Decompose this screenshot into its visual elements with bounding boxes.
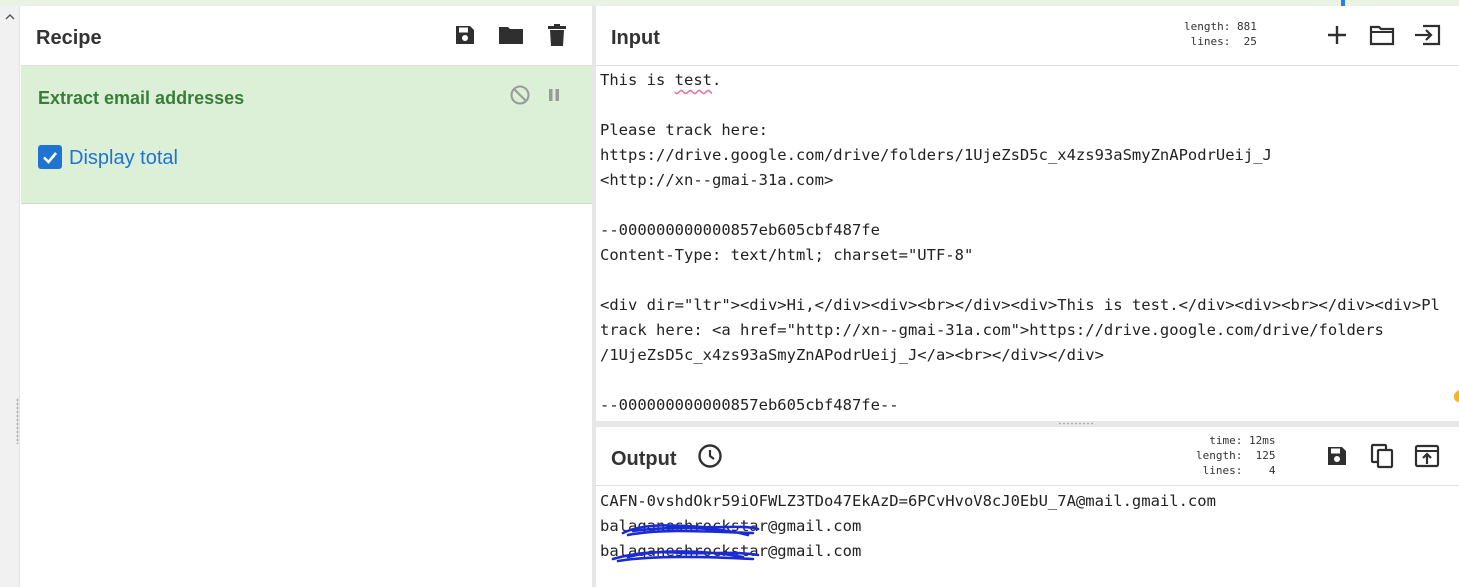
replace-input-icon[interactable]	[1412, 441, 1442, 471]
redaction-scribble	[611, 524, 760, 563]
trash-icon[interactable]	[542, 20, 572, 50]
resize-grip-horizontal[interactable]	[1058, 422, 1094, 425]
input-textarea[interactable]: This is test. Please track here: https:/…	[600, 68, 1459, 420]
input-text-start: This is	[600, 71, 675, 89]
left-scrollbar[interactable]	[0, 6, 20, 587]
recipe-title: Recipe	[36, 27, 102, 49]
output-title: Output	[611, 448, 677, 470]
recipe-header: Recipe	[21, 6, 592, 66]
output-line: CAFN-0vshdOkr59iOFWLZ3TDo47EkAzD=6PCvHvo…	[600, 492, 1216, 510]
import-icon[interactable]	[1412, 20, 1442, 50]
save-icon[interactable]	[450, 20, 480, 50]
disable-icon[interactable]	[507, 82, 533, 108]
save-output-icon[interactable]	[1322, 441, 1352, 471]
input-text-rest: . Please track here: https://drive.googl…	[600, 71, 1440, 414]
resize-grip-left[interactable]	[16, 398, 19, 444]
operation-title: Extract email addresses	[38, 88, 245, 108]
input-title: Input	[611, 27, 660, 49]
operation-extract-email[interactable]: Extract email addresses Display total	[21, 66, 592, 204]
emoji-edge-icon	[1452, 388, 1459, 404]
folder-icon[interactable]	[496, 20, 526, 50]
pause-icon[interactable]	[541, 82, 567, 108]
display-total-checkbox[interactable]	[38, 145, 62, 169]
display-total-label[interactable]: Display total	[69, 147, 178, 170]
open-folder-icon[interactable]	[1367, 20, 1397, 50]
recipe-panel: Recipe Extract email addresses Display t…	[21, 6, 592, 587]
copy-icon[interactable]	[1367, 441, 1397, 471]
panel-divider[interactable]	[592, 6, 596, 587]
output-stats: time: 12ms length: 125 lines: 4	[1196, 434, 1276, 477]
output-header: Output time: 12ms length: 125 lines: 4	[596, 427, 1459, 486]
scroll-up-arrow-icon[interactable]	[5, 12, 15, 22]
clock-icon[interactable]	[695, 441, 725, 471]
input-stats: length: 881 lines: 25	[1184, 20, 1257, 48]
input-header: Input length: 881 lines: 25	[596, 6, 1459, 66]
plus-icon[interactable]	[1322, 20, 1352, 50]
misspelled-word: test	[674, 71, 712, 89]
